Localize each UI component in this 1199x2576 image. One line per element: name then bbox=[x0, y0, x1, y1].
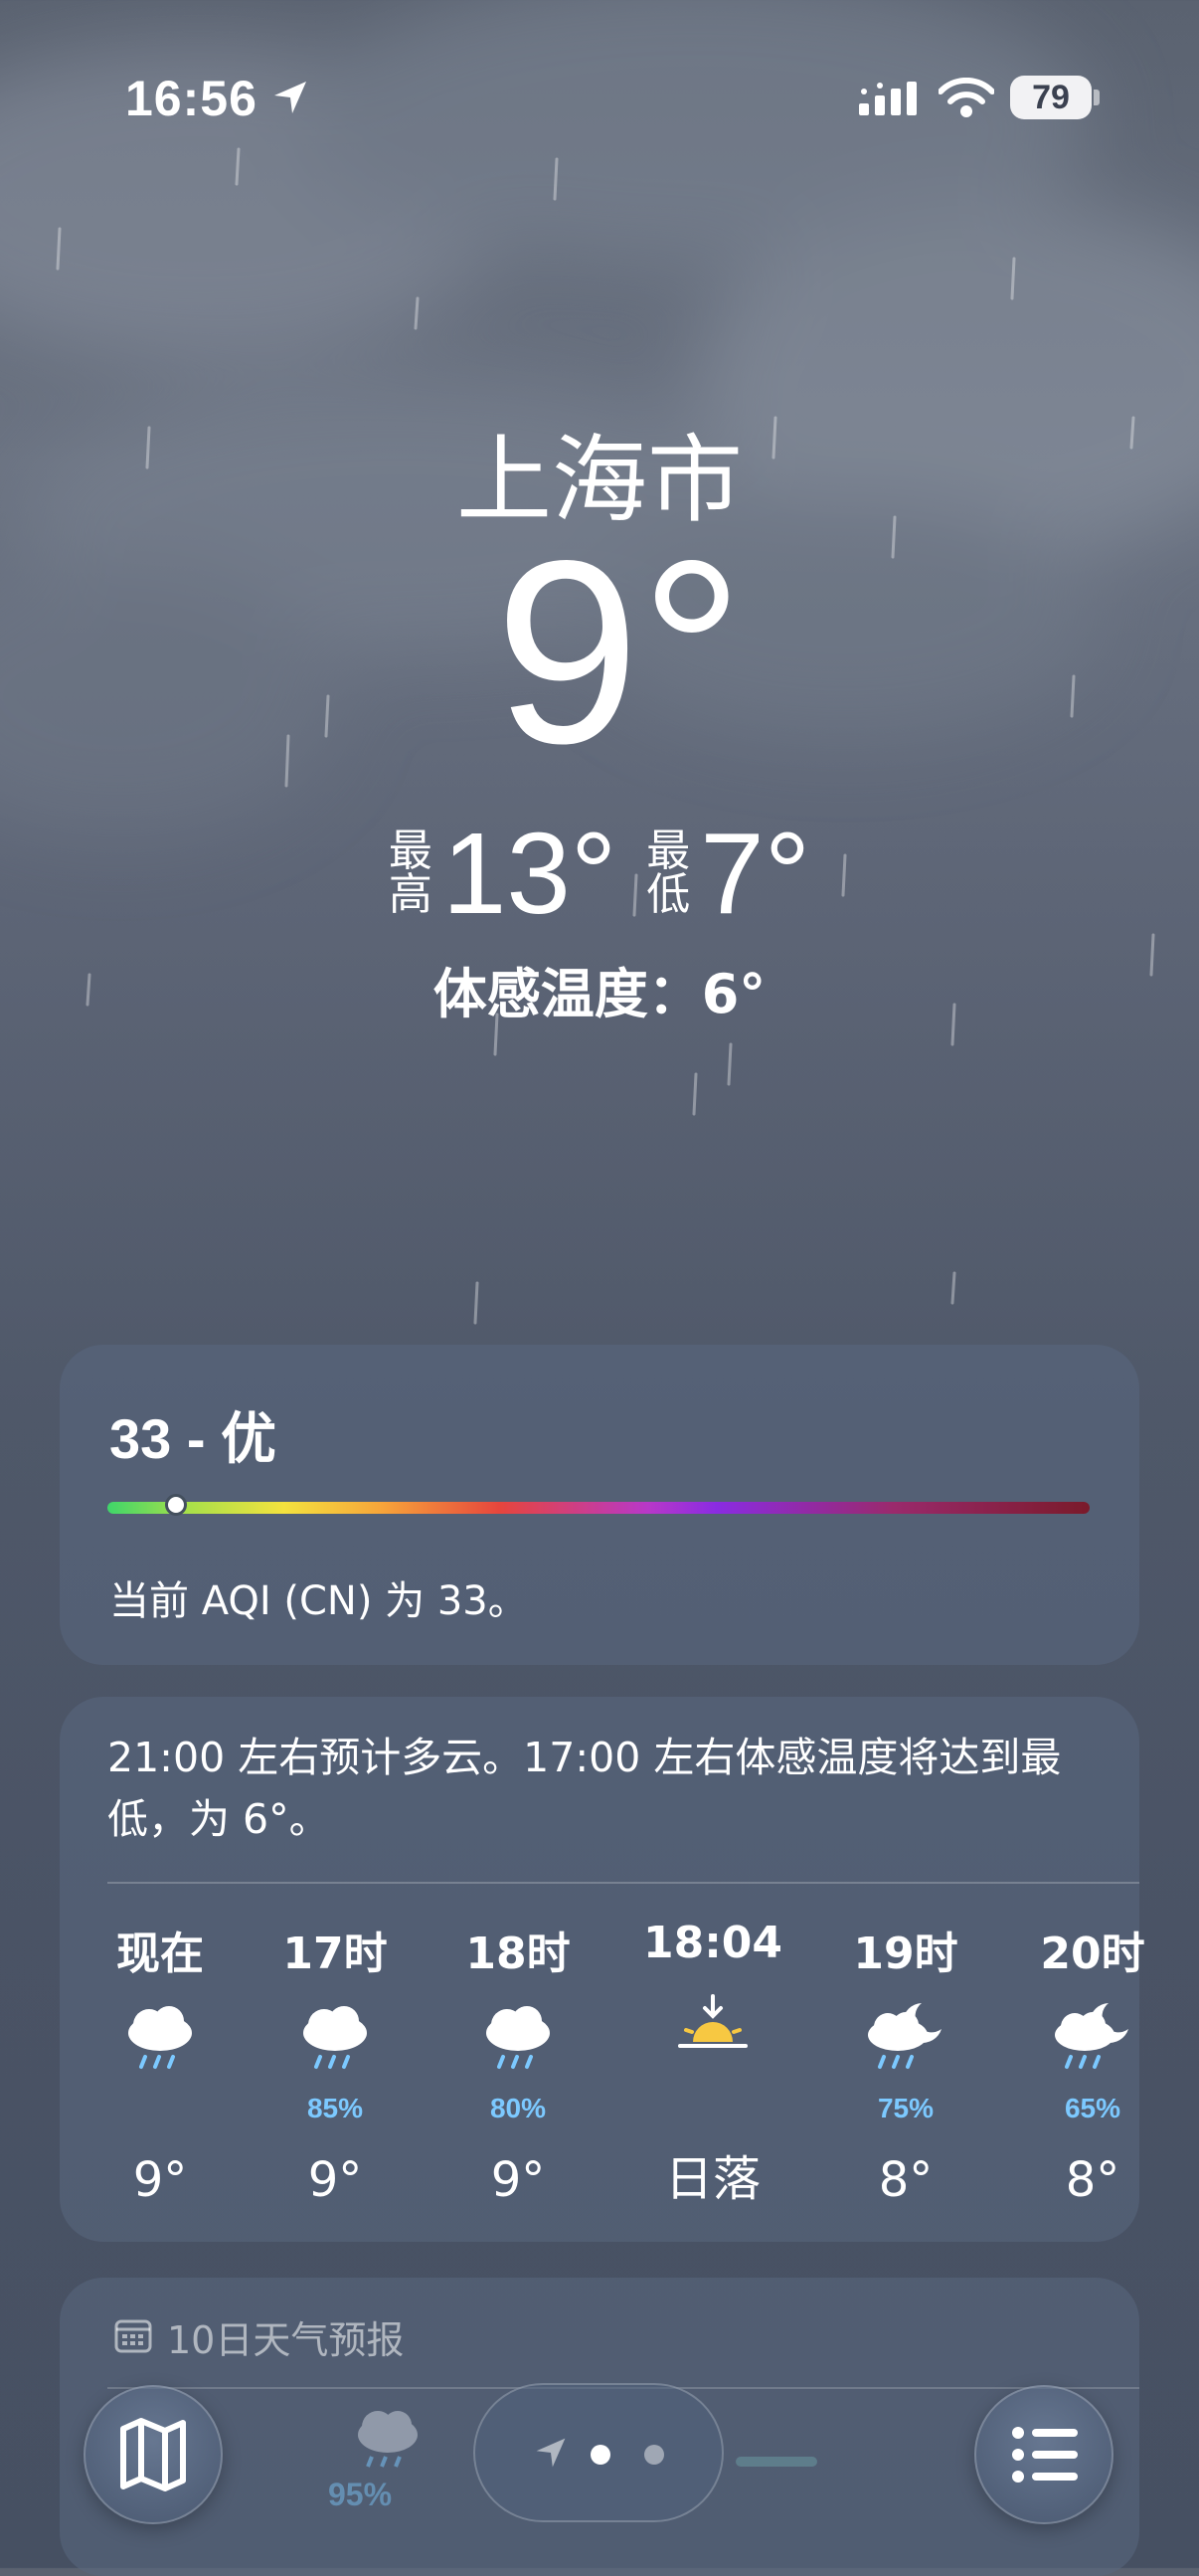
hour-temp: 9° bbox=[490, 2152, 546, 2208]
calendar-icon bbox=[114, 2319, 152, 2353]
rain-moon-cloud-icon bbox=[1008, 1999, 1177, 2099]
wifi-icon bbox=[939, 78, 994, 117]
page-dot[interactable] bbox=[644, 2445, 664, 2465]
aqi-scale-bar bbox=[107, 1502, 1090, 1514]
status-time: 16:56 bbox=[125, 71, 257, 126]
location-arrow-icon bbox=[274, 82, 306, 113]
hour-temp: 8° bbox=[878, 2152, 934, 2208]
hour-temp: 9° bbox=[307, 2152, 363, 2208]
city-list-button[interactable] bbox=[974, 2385, 1113, 2524]
aqi-description: 当前 AQI (CN) 为 33。 bbox=[109, 1578, 528, 1624]
ten-day-forecast-title: 10日天气预报 bbox=[167, 2318, 405, 2362]
page-dot-active[interactable] bbox=[591, 2445, 610, 2465]
hour-label: 现在 bbox=[116, 1929, 204, 1979]
high-temp: 13° bbox=[441, 809, 617, 938]
rain-cloud-icon bbox=[76, 1999, 245, 2099]
hourly-item: 20时 65% 8° bbox=[1008, 1918, 1177, 2208]
hour-label: 20时 bbox=[1040, 1929, 1145, 1979]
hourly-summary: 21:00 左右预计多云。17:00 左右体感温度将达到最低，为 6°。 bbox=[107, 1734, 1062, 1843]
battery-nub bbox=[1094, 90, 1100, 105]
map-button[interactable] bbox=[84, 2385, 223, 2524]
rain-cloud-icon bbox=[433, 1999, 602, 2099]
scroll-indicator bbox=[736, 2457, 817, 2467]
ghost-precip-percent: 95% bbox=[328, 2477, 393, 2512]
location-pager[interactable] bbox=[473, 2383, 724, 2522]
aqi-indicator-dot bbox=[165, 1494, 188, 1516]
hour-temp: 日落 bbox=[664, 2151, 761, 2207]
hourly-item: 19时 75% 8° bbox=[821, 1918, 990, 2208]
hourly-item: 18:04 日落 bbox=[628, 1918, 797, 2209]
hour-label: 17时 bbox=[282, 1929, 388, 1979]
hourly-item: 现在 9° bbox=[76, 1918, 245, 2208]
hourly-forecast-card[interactable]: 21:00 左右预计多云。17:00 左右体感温度将达到最低，为 6°。 现在 9… bbox=[60, 1697, 1145, 2242]
low-temp: 7° bbox=[700, 809, 811, 938]
hour-label: 18时 bbox=[465, 1929, 571, 1979]
hourly-item: 18时 80% 9° bbox=[433, 1918, 602, 2208]
hour-temp: 8° bbox=[1065, 2152, 1120, 2208]
feels-like: 体感温度：6° bbox=[432, 963, 767, 1025]
low-label: 最低 bbox=[646, 826, 691, 920]
list-icon bbox=[1012, 2427, 1078, 2483]
high-label: 最高 bbox=[388, 826, 432, 920]
sunset-icon bbox=[628, 1986, 797, 2086]
high-low-temperatures: 最高 13° 最低 7° bbox=[0, 816, 1199, 931]
map-icon bbox=[120, 2418, 186, 2491]
rain-moon-cloud-icon bbox=[821, 1999, 990, 2099]
hour-temp: 9° bbox=[132, 2152, 188, 2208]
aqi-card[interactable]: 33 - 优 当前 AQI (CN) 为 33。 bbox=[60, 1345, 1139, 1665]
battery-indicator: 79 bbox=[1010, 76, 1092, 119]
divider bbox=[107, 1882, 1139, 1884]
current-temperature: 9° bbox=[494, 506, 745, 798]
aqi-title: 33 - 优 bbox=[109, 1407, 277, 1470]
current-location-icon bbox=[536, 2438, 566, 2468]
ghost-rain-cloud-icon bbox=[358, 2411, 418, 2468]
hour-label: 18:04 bbox=[642, 1918, 783, 1968]
hourly-item: 17时 85% 9° bbox=[251, 1918, 420, 2208]
rain-cloud-icon bbox=[251, 1999, 420, 2099]
hour-label: 19时 bbox=[853, 1929, 958, 1979]
cellular-signal-icon bbox=[859, 82, 917, 115]
